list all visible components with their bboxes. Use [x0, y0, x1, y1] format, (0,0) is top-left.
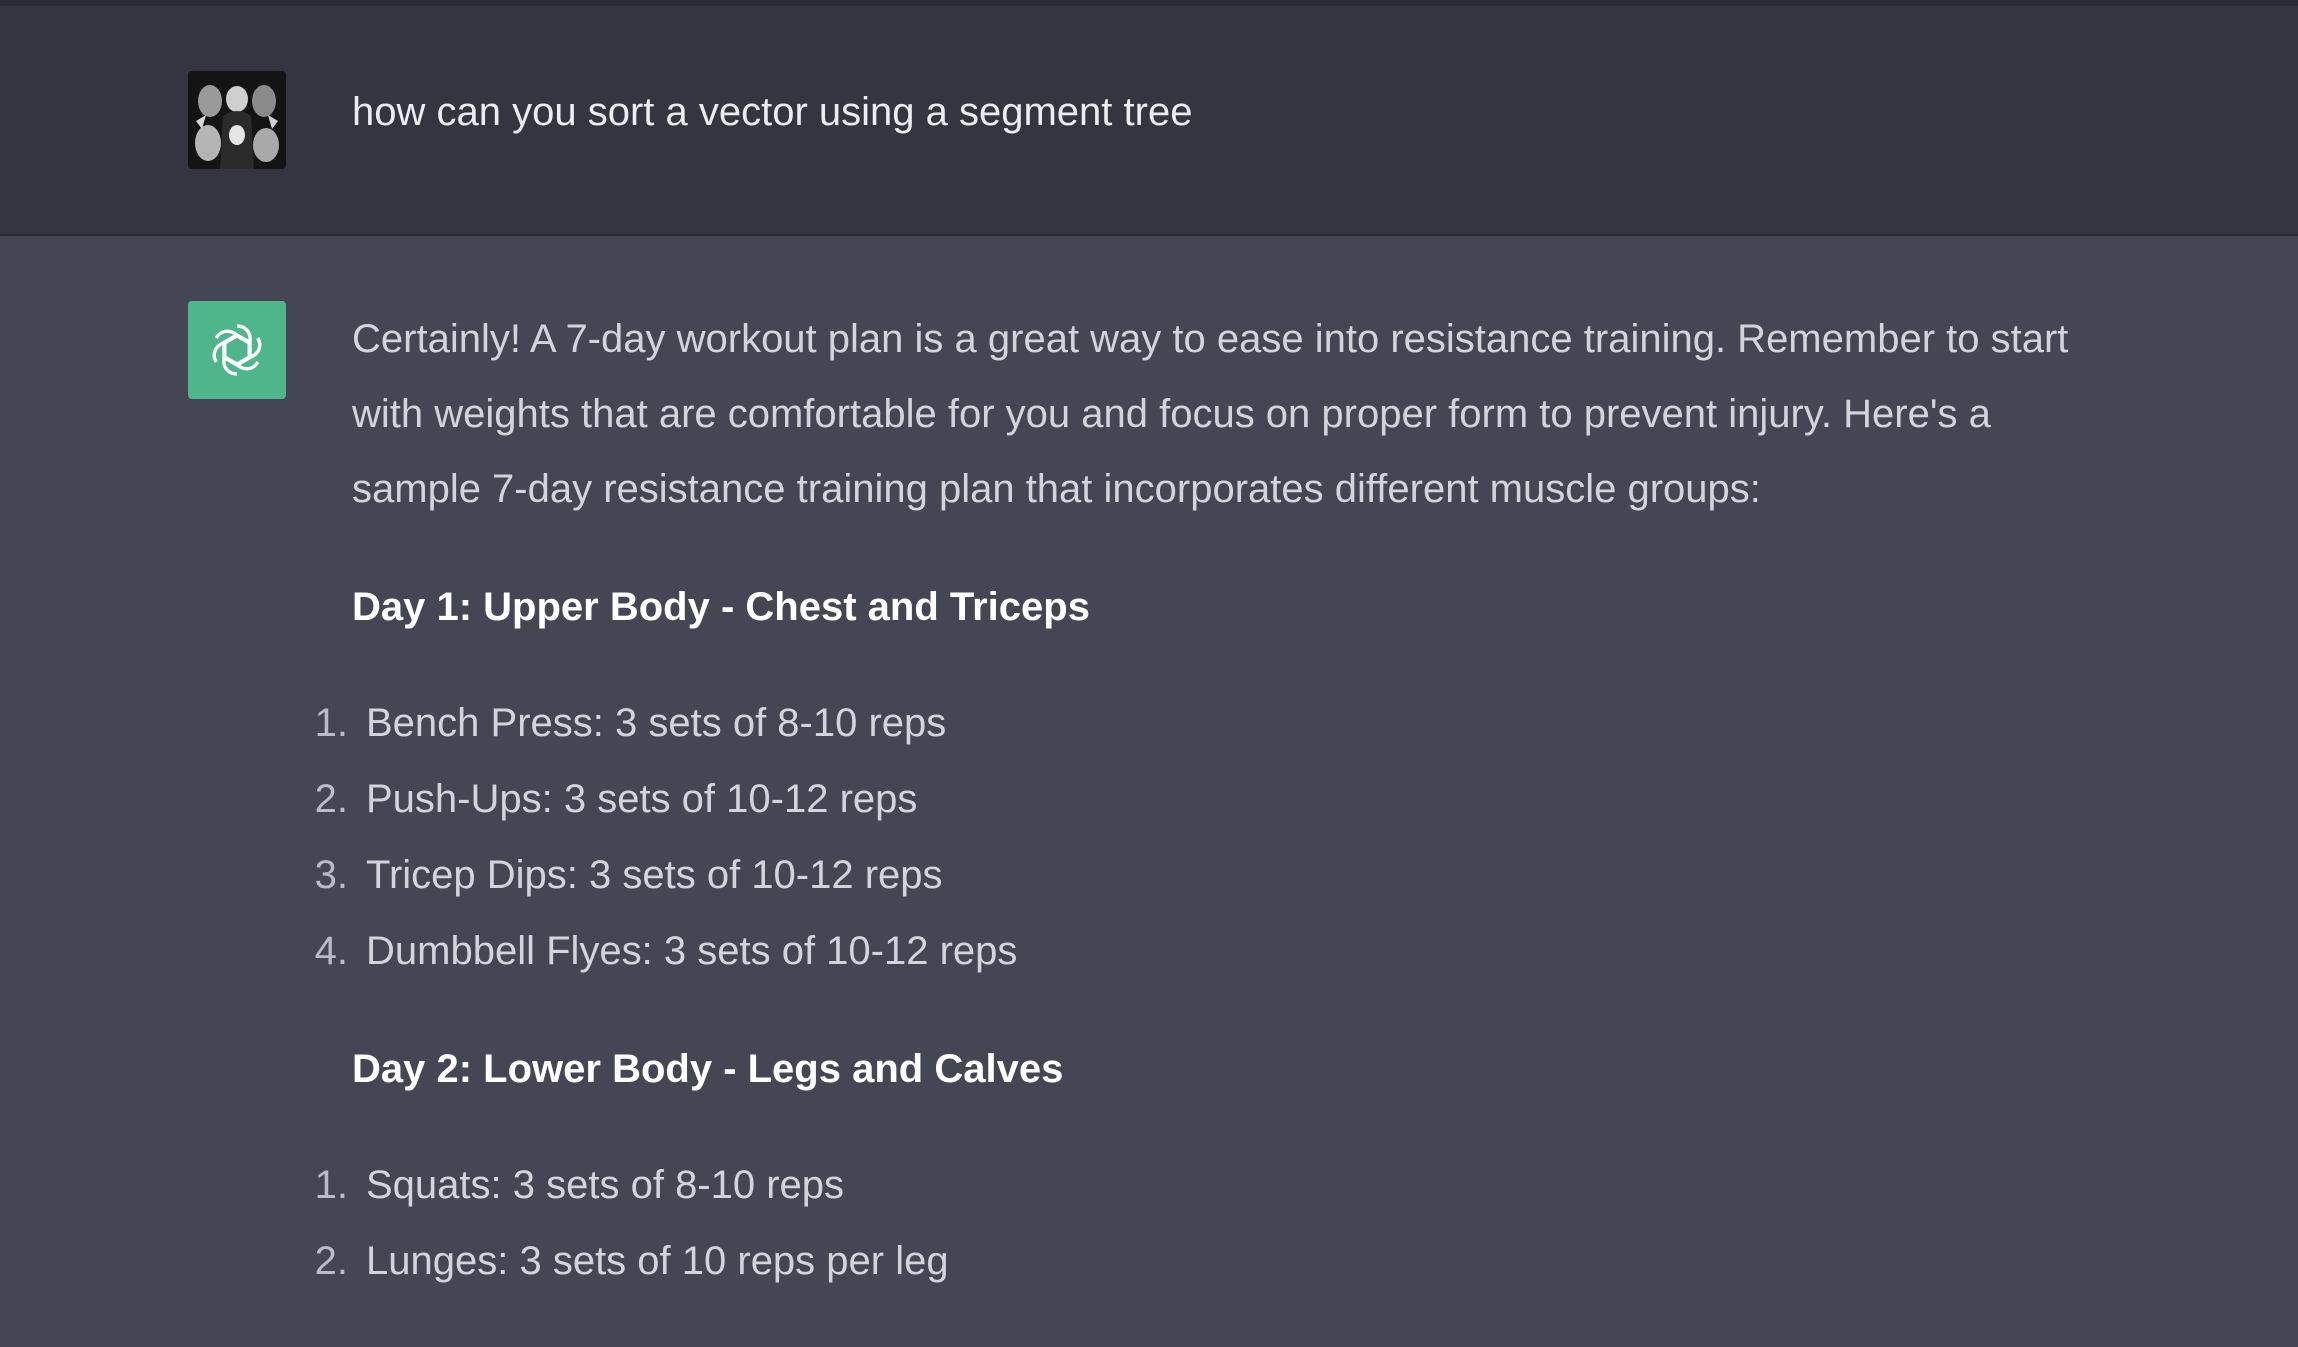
day-1-exercise-list: 1. Bench Press: 3 sets of 8-10 reps 2. P…	[315, 685, 2112, 989]
assistant-message-content: Certainly! A 7-day workout plan is a gre…	[315, 302, 2112, 1299]
list-number: 2.	[314, 1239, 348, 1283]
list-item: 3. Tricep Dips: 3 sets of 10-12 reps	[315, 837, 2112, 913]
list-number: 1.	[314, 701, 348, 745]
day-2-exercise-list: 1. Squats: 3 sets of 8-10 reps 2. Lunges…	[315, 1147, 2112, 1299]
list-item-text: Bench Press: 3 sets of 8-10 reps	[366, 701, 947, 745]
answer-intro: Certainly! A 7-day workout plan is a gre…	[352, 317, 2069, 511]
list-item: 4. Dumbbell Flyes: 3 sets of 10-12 reps	[315, 913, 2112, 989]
list-item-text: Squats: 3 sets of 8-10 reps	[366, 1163, 845, 1207]
assistant-avatar	[188, 301, 286, 399]
day-1-heading: Day 1: Upper Body - Chest and Triceps	[352, 585, 1090, 629]
list-number: 4.	[314, 929, 348, 973]
assistant-message-row: Certainly! A 7-day workout plan is a gre…	[0, 236, 2298, 1347]
user-avatar	[188, 71, 286, 169]
list-number: 2.	[314, 777, 348, 821]
day-2-heading: Day 2: Lower Body - Legs and Calves	[352, 1047, 1064, 1091]
user-message-text: how can you sort a vector using a segmen…	[352, 90, 1193, 134]
list-item: 2. Push-Ups: 3 sets of 10-12 reps	[315, 761, 2112, 837]
list-item: 2. Lunges: 3 sets of 10 reps per leg	[315, 1223, 2112, 1299]
list-item: 1. Bench Press: 3 sets of 8-10 reps	[315, 685, 2112, 761]
list-item-text: Lunges: 3 sets of 10 reps per leg	[366, 1239, 949, 1283]
list-item-text: Push-Ups: 3 sets of 10-12 reps	[366, 777, 918, 821]
list-item-text: Dumbbell Flyes: 3 sets of 10-12 reps	[366, 929, 1018, 973]
list-number: 1.	[314, 1163, 348, 1207]
openai-logo-icon	[212, 324, 262, 376]
list-item-text: Tricep Dips: 3 sets of 10-12 reps	[366, 853, 943, 897]
list-number: 3.	[314, 853, 348, 897]
user-message-row: how can you sort a vector using a segmen…	[0, 6, 2298, 236]
user-avatar-image	[188, 71, 286, 169]
list-item: 1. Squats: 3 sets of 8-10 reps	[315, 1147, 2112, 1223]
